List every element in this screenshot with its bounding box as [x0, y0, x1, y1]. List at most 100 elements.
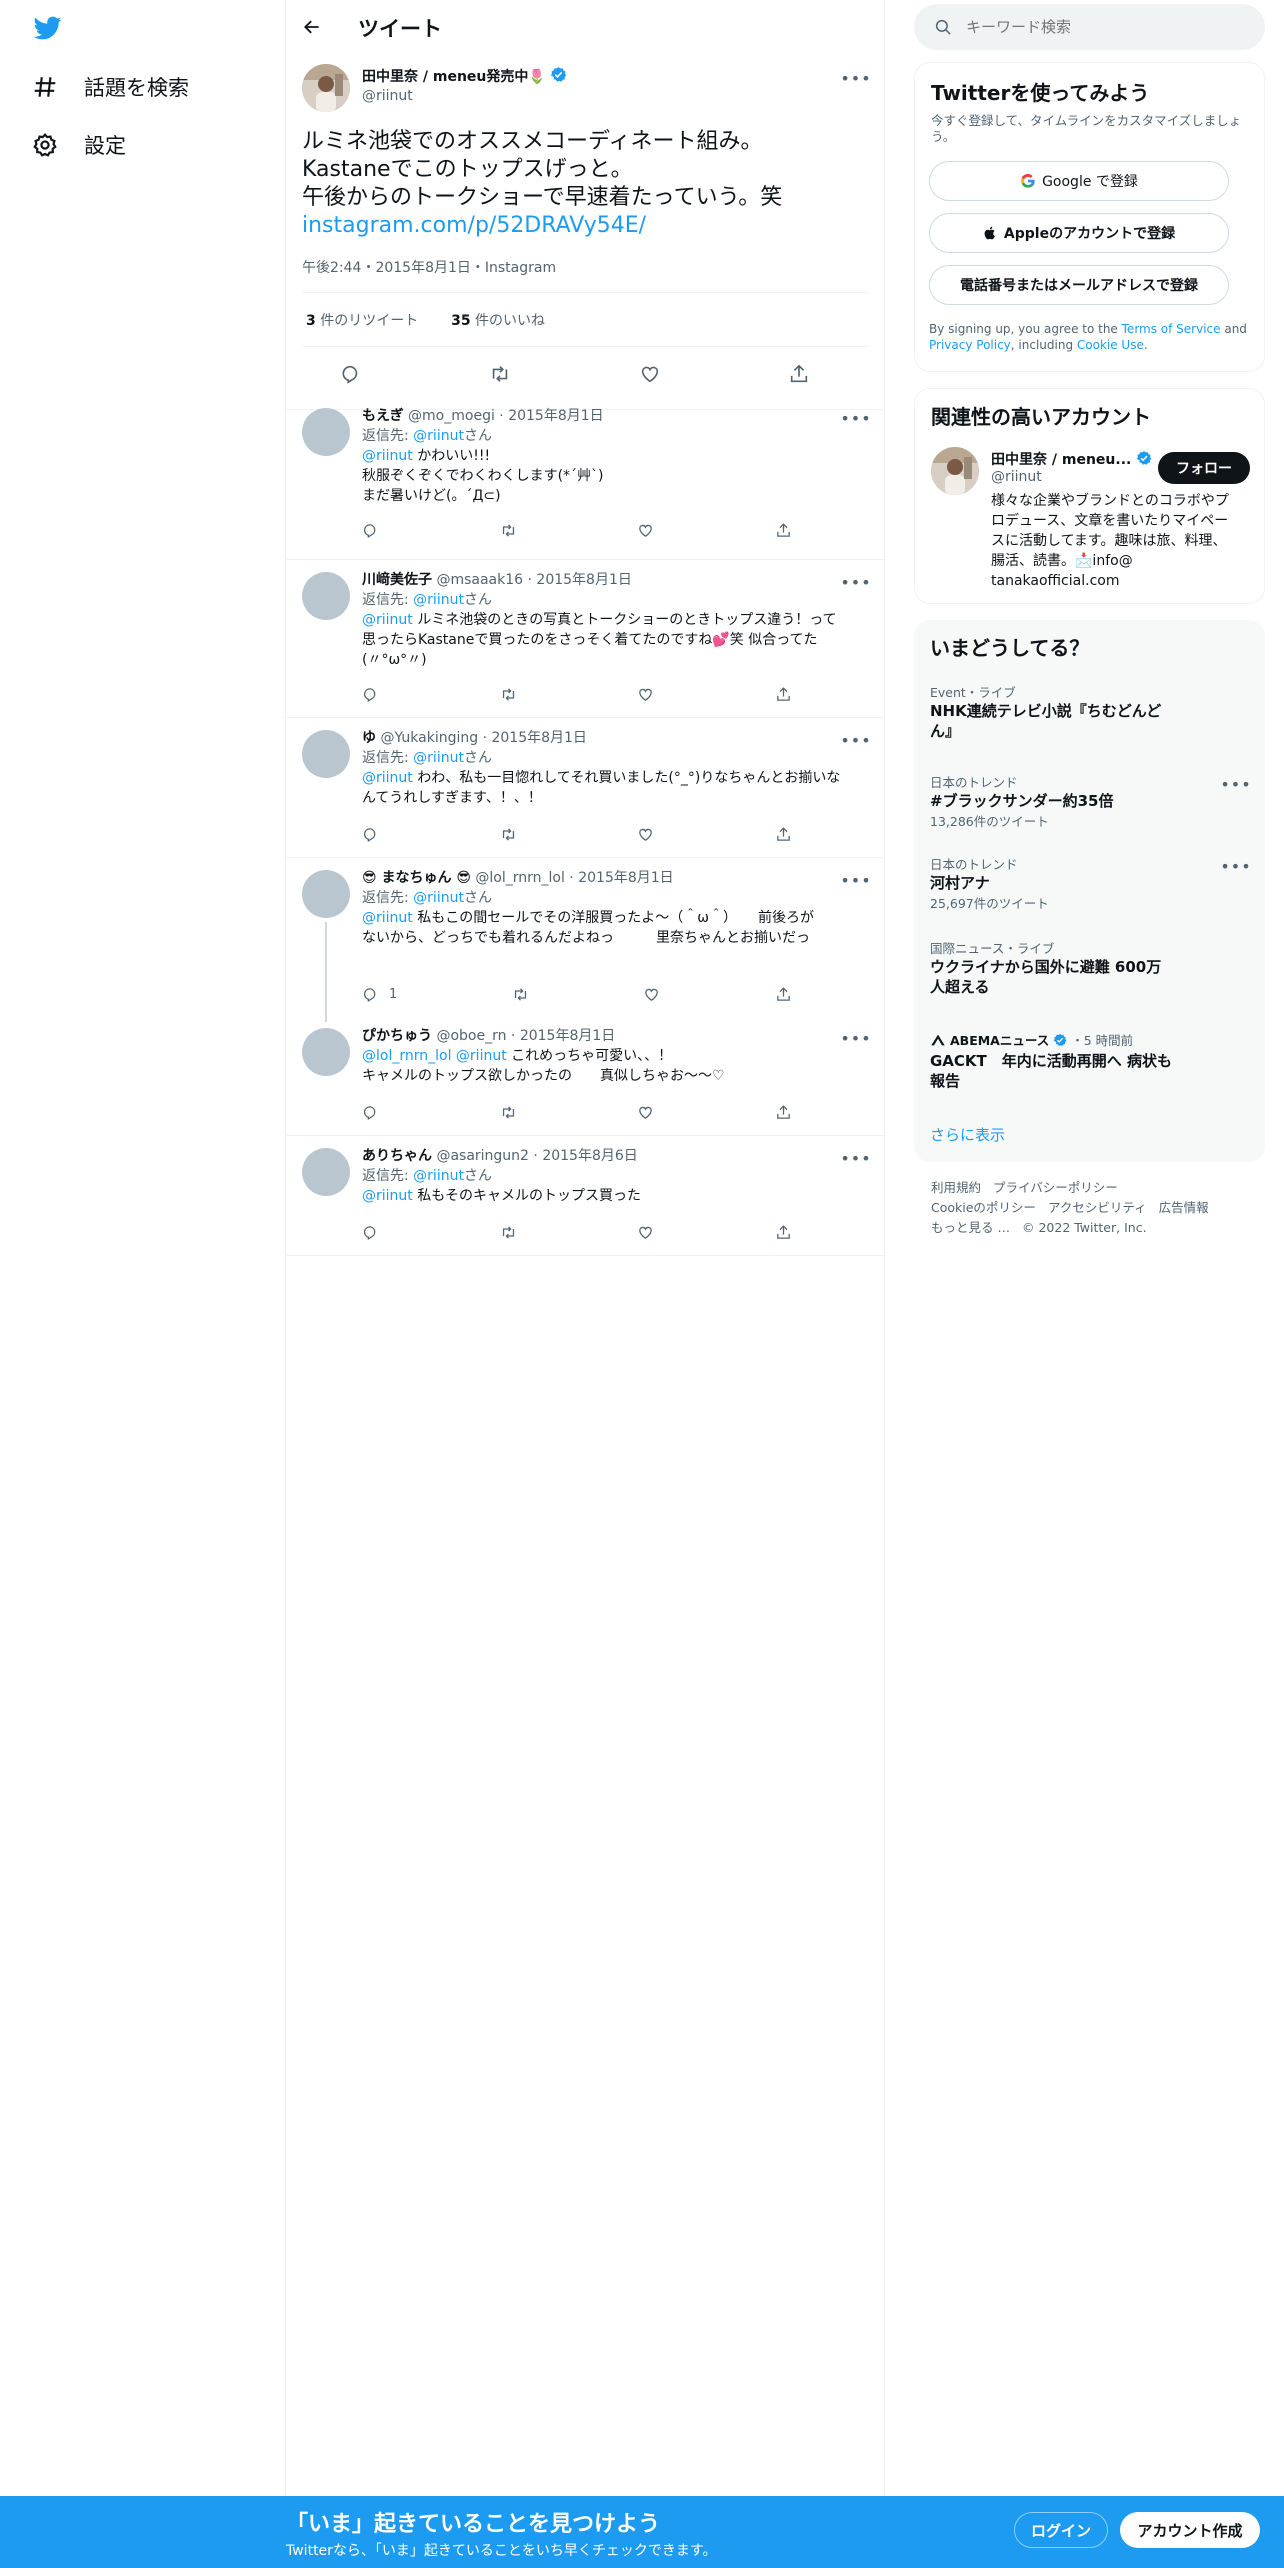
- footer-ads-link[interactable]: 広告情報: [1159, 1200, 1209, 1215]
- reply-author-name[interactable]: 😎 まなちゅん 😎: [362, 870, 471, 886]
- footer-terms-link[interactable]: 利用規約: [931, 1180, 981, 1195]
- reply-avatar[interactable]: [302, 1148, 350, 1196]
- trend-item[interactable]: Event・ライブ NHK連続テレビ小説『ちむどんどん』: [930, 682, 1230, 741]
- reply-date[interactable]: 2015年8月1日: [508, 408, 603, 424]
- privacy-link[interactable]: Privacy Policy: [929, 338, 1011, 352]
- back-arrow-icon[interactable]: [298, 13, 326, 41]
- reply-icon[interactable]: [362, 1224, 379, 1241]
- reply-icon[interactable]: [362, 1104, 379, 1121]
- reply-tweet[interactable]: ありちゃん @asaringun2 · 2015年8月6日 返信先: @riin…: [286, 1136, 885, 1256]
- reply-avatar[interactable]: [302, 408, 350, 456]
- twitter-logo-icon[interactable]: [32, 14, 66, 44]
- retweet-icon[interactable]: [500, 686, 517, 703]
- like-icon[interactable]: [643, 986, 660, 1003]
- reply-tweet[interactable]: ゆ @Yukakinging · 2015年8月1日 返信先: @riinutさ…: [286, 718, 885, 858]
- reply-date[interactable]: 2015年8月1日: [578, 870, 673, 886]
- google-signup-button[interactable]: Google で登録: [929, 161, 1229, 201]
- mention-link[interactable]: @riinut: [362, 770, 413, 786]
- reply-to-link[interactable]: @riinut: [413, 428, 464, 444]
- mention-link[interactable]: @riinut: [362, 1188, 413, 1204]
- more-options-icon[interactable]: •••: [840, 572, 870, 592]
- more-options-icon[interactable]: •••: [840, 68, 870, 88]
- retweets-stat[interactable]: 3 件のリツイート: [306, 313, 418, 329]
- mention-link[interactable]: @riinut: [362, 612, 413, 628]
- apple-signup-button[interactable]: Appleのアカウントで登録: [929, 213, 1229, 253]
- retweet-icon[interactable]: [500, 1224, 517, 1241]
- reply-to-link[interactable]: @riinut: [413, 1168, 464, 1184]
- more-options-icon[interactable]: •••: [840, 870, 870, 890]
- reply-tweet[interactable]: もえぎ @mo_moegi · 2015年8月1日 返信先: @riinutさん…: [286, 396, 885, 560]
- share-icon[interactable]: [775, 686, 792, 703]
- reply-author-handle[interactable]: @lol_rnrn_lol: [475, 870, 564, 886]
- reply-date[interactable]: 2015年8月1日: [520, 1028, 615, 1044]
- mention-link[interactable]: @lol_rnrn_lol: [362, 1048, 451, 1064]
- mention-link[interactable]: @riinut: [456, 1048, 507, 1064]
- show-more-link[interactable]: さらに表示: [930, 1124, 1005, 1145]
- footer-privacy-link[interactable]: プライバシーポリシー: [993, 1180, 1118, 1195]
- signup-button[interactable]: アカウント作成: [1120, 2512, 1260, 2548]
- trend-item[interactable]: 国際ニュース・ライブ ウクライナから国外に避難 600万人超える: [930, 938, 1230, 997]
- mention-link[interactable]: @riinut: [362, 910, 413, 926]
- reply-author-handle[interactable]: @Yukakinging: [380, 730, 478, 746]
- reply-avatar[interactable]: [302, 730, 350, 778]
- retweet-icon[interactable]: [500, 826, 517, 843]
- reply-author-name[interactable]: ありちゃん: [362, 1148, 432, 1164]
- footer-accessibility-link[interactable]: アクセシビリティ: [1048, 1200, 1147, 1215]
- reply-date[interactable]: 2015年8月6日: [542, 1148, 637, 1164]
- search-input[interactable]: [966, 18, 1246, 36]
- related-avatar[interactable]: [931, 447, 979, 495]
- author-avatar[interactable]: [302, 64, 350, 112]
- related-name[interactable]: 田中里奈 / meneu...: [991, 452, 1131, 468]
- tweet-link[interactable]: instagram.com/p/52DRAVy54E/: [302, 212, 872, 240]
- reply-icon[interactable]: [340, 363, 362, 385]
- reply-avatar[interactable]: [302, 572, 350, 620]
- more-options-icon[interactable]: •••: [840, 1028, 870, 1048]
- reply-to-link[interactable]: @riinut: [413, 890, 464, 906]
- like-icon[interactable]: [639, 363, 661, 385]
- retweet-icon[interactable]: [500, 522, 517, 539]
- reply-date[interactable]: 2015年8月1日: [536, 572, 631, 588]
- reply-tweet[interactable]: 😎 まなちゅん 😎 @lol_rnrn_lol · 2015年8月1日 返信先:…: [286, 858, 885, 1022]
- author-handle[interactable]: @riinut: [362, 88, 413, 104]
- reply-date[interactable]: 2015年8月1日: [491, 730, 586, 746]
- trend-item[interactable]: 日本のトレンド 河村アナ 25,697件のツイート: [930, 854, 1230, 912]
- trend-item[interactable]: 日本のトレンド #ブラックサンダー約35倍 13,286件のツイート: [930, 772, 1230, 830]
- reply-icon[interactable]: [362, 826, 379, 843]
- share-icon[interactable]: [775, 826, 792, 843]
- reply-author-handle[interactable]: @oboe_rn: [436, 1028, 506, 1044]
- reply-author-handle[interactable]: @mo_moegi: [408, 408, 495, 424]
- reply-to-link[interactable]: @riinut: [413, 750, 464, 766]
- terms-link[interactable]: Terms of Service: [1122, 322, 1221, 336]
- login-button[interactable]: ログイン: [1014, 2512, 1108, 2548]
- reply-tweet[interactable]: 川﨑美佐子 @msaaak16 · 2015年8月1日 返信先: @riinut…: [286, 560, 885, 718]
- retweet-icon[interactable]: [489, 363, 511, 385]
- nav-explore[interactable]: 話題を検索: [32, 67, 189, 107]
- author-name[interactable]: 田中里奈 / meneu発売中🌷: [362, 69, 546, 85]
- like-icon[interactable]: [637, 1104, 654, 1121]
- reply-author-handle[interactable]: @msaaak16: [436, 572, 523, 588]
- likes-stat[interactable]: 35 件のいいね: [451, 313, 545, 329]
- like-icon[interactable]: [637, 826, 654, 843]
- cookie-link[interactable]: Cookie Use: [1077, 338, 1144, 352]
- reply-icon[interactable]: [362, 686, 379, 703]
- like-icon[interactable]: [637, 522, 654, 539]
- reply-author-name[interactable]: ゆ: [362, 730, 376, 746]
- reply-author-handle[interactable]: @asaringun2: [436, 1148, 529, 1164]
- more-options-icon[interactable]: •••: [840, 1148, 870, 1168]
- more-options-icon[interactable]: •••: [1220, 774, 1250, 794]
- reply-avatar[interactable]: [302, 870, 350, 918]
- reply-author-name[interactable]: 川﨑美佐子: [362, 572, 432, 588]
- footer-cookie-link[interactable]: Cookieのポリシー: [931, 1200, 1036, 1215]
- retweet-icon[interactable]: [512, 986, 529, 1003]
- reply-to-link[interactable]: @riinut: [413, 592, 464, 608]
- retweet-icon[interactable]: [500, 1104, 517, 1121]
- like-icon[interactable]: [637, 1224, 654, 1241]
- more-options-icon[interactable]: •••: [1220, 856, 1250, 876]
- trend-item[interactable]: ABEMAニュース ・5 時間前 GACKT 年内に活動再開へ 病状も報告: [930, 1030, 1230, 1091]
- reply-author-name[interactable]: ぴかちゅう: [362, 1028, 432, 1044]
- share-icon[interactable]: [775, 1104, 792, 1121]
- reply-author-name[interactable]: もえぎ: [362, 408, 404, 424]
- follow-button[interactable]: フォロー: [1158, 452, 1250, 484]
- search-box[interactable]: [914, 4, 1265, 50]
- reply-tweet[interactable]: ぴかちゅう @oboe_rn · 2015年8月1日 @lol_rnrn_lol…: [286, 1022, 885, 1136]
